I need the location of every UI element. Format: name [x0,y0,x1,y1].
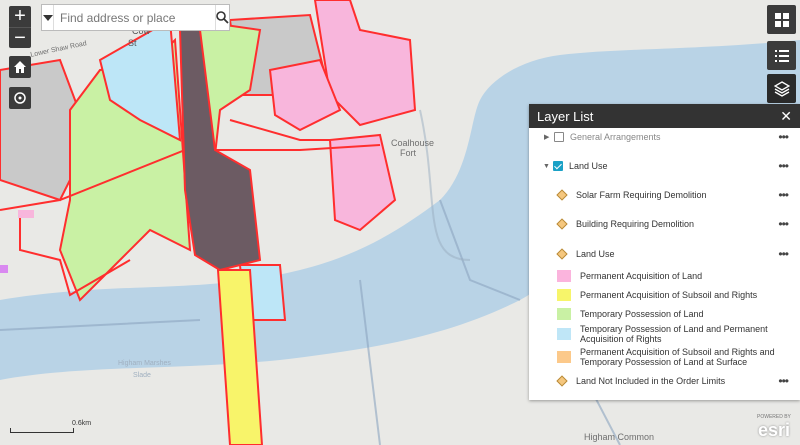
legend-swatch [557,289,571,301]
map-label-marsh: Higham Marshes [118,360,171,367]
legend-item: Temporary Possession of Land [529,307,800,321]
zoom-in-button[interactable]: + [9,6,31,27]
sublayer-label-not-included: Land Not Included in the Order Limits [576,376,726,386]
esri-logo: esri [758,420,791,440]
sublayer-not-included[interactable]: Land Not Included in the Order Limits ••… [529,374,800,388]
map-label-fort: Fort [400,148,417,158]
search-button[interactable] [215,5,229,30]
sublayer-label-land-use: Land Use [576,249,615,259]
panel-header: Layer List ✕ [529,104,800,128]
scale-label: 0.6km [72,420,92,427]
legend-item: Permanent Acquisition of Subsoil and Rig… [529,288,800,302]
legend-swatch [557,351,571,363]
caret-down-icon [42,14,53,21]
panel-title: Layer List [537,108,594,124]
more-icon[interactable]: ••• [778,247,789,261]
chevron-right-icon[interactable]: ▶ [544,133,554,141]
list-icon [774,49,789,62]
sublayer-label-solar: Solar Farm Requiring Demolition [576,190,707,200]
legend-item: Permanent Acquisition of Land [529,269,800,283]
sublayer-label-building: Building Requiring Demolition [576,219,695,229]
legend-button[interactable] [767,41,796,70]
map-label-st: St [128,38,137,48]
layers-icon [773,80,790,97]
scale-bar: 0.6km [10,420,91,433]
layer-group-land-use[interactable]: ▼ Land Use ••• [529,159,800,173]
basemap-gallery-button[interactable] [767,5,796,34]
legend-swatch [557,308,571,320]
diamond-icon [556,248,568,260]
map-label-coalhouse: Coalhouse [391,138,435,148]
close-icon[interactable]: ✕ [780,108,792,125]
diamond-icon [556,375,568,387]
layer-checkbox-land-use[interactable] [553,161,563,171]
grid-icon [774,12,789,27]
layer-list-button[interactable] [767,74,796,103]
layer-label-land-use: Land Use [569,161,608,171]
legend-label: Temporary Possession of Land and Permane… [580,324,768,344]
legend-item: Permanent Acquisition of Subsoil and Rig… [529,346,800,368]
search-widget [41,4,230,31]
zoom-out-button[interactable]: − [9,27,31,48]
diamond-icon [556,218,568,230]
more-icon[interactable]: ••• [778,130,789,144]
locate-button[interactable] [9,87,31,109]
search-source-dropdown[interactable] [42,5,54,30]
more-icon[interactable]: ••• [778,159,789,173]
locate-icon [14,92,26,104]
home-button[interactable] [9,56,31,78]
layer-group-general[interactable]: ▶ General Arrangements ••• [529,130,800,144]
layer-label-general: General Arrangements [570,132,661,142]
legend-swatch [557,270,571,282]
more-icon[interactable]: ••• [778,217,789,231]
layer-checkbox-general[interactable] [554,132,564,142]
chevron-down-icon[interactable]: ▼ [543,163,553,170]
home-icon [14,61,26,73]
diamond-icon [556,189,568,201]
layer-list-panel: Layer List ✕ ▶ General Arrangements ••• … [529,104,800,400]
search-icon [216,11,229,24]
zoom-control: + − [9,6,31,48]
map-label-slade: Slade [133,372,151,379]
search-input[interactable] [54,5,215,30]
legend-label: Permanent Acquisition of Land [580,271,703,281]
more-icon[interactable]: ••• [778,374,789,388]
legend-label: Permanent Acquisition of Subsoil and Rig… [580,290,758,300]
legend-swatch [557,328,571,340]
legend-label: Permanent Acquisition of Subsoil and Rig… [580,347,775,367]
more-icon[interactable]: ••• [778,188,789,202]
legend-item: Temporary Possession of Land and Permane… [529,323,800,345]
legend-label: Temporary Possession of Land [580,309,704,319]
sublayer-building[interactable]: Building Requiring Demolition ••• [529,217,800,231]
sublayer-land-use[interactable]: Land Use ••• [529,247,800,261]
sublayer-solar[interactable]: Solar Farm Requiring Demolition ••• [529,188,800,202]
map-label-higham: Higham Common [584,432,655,442]
